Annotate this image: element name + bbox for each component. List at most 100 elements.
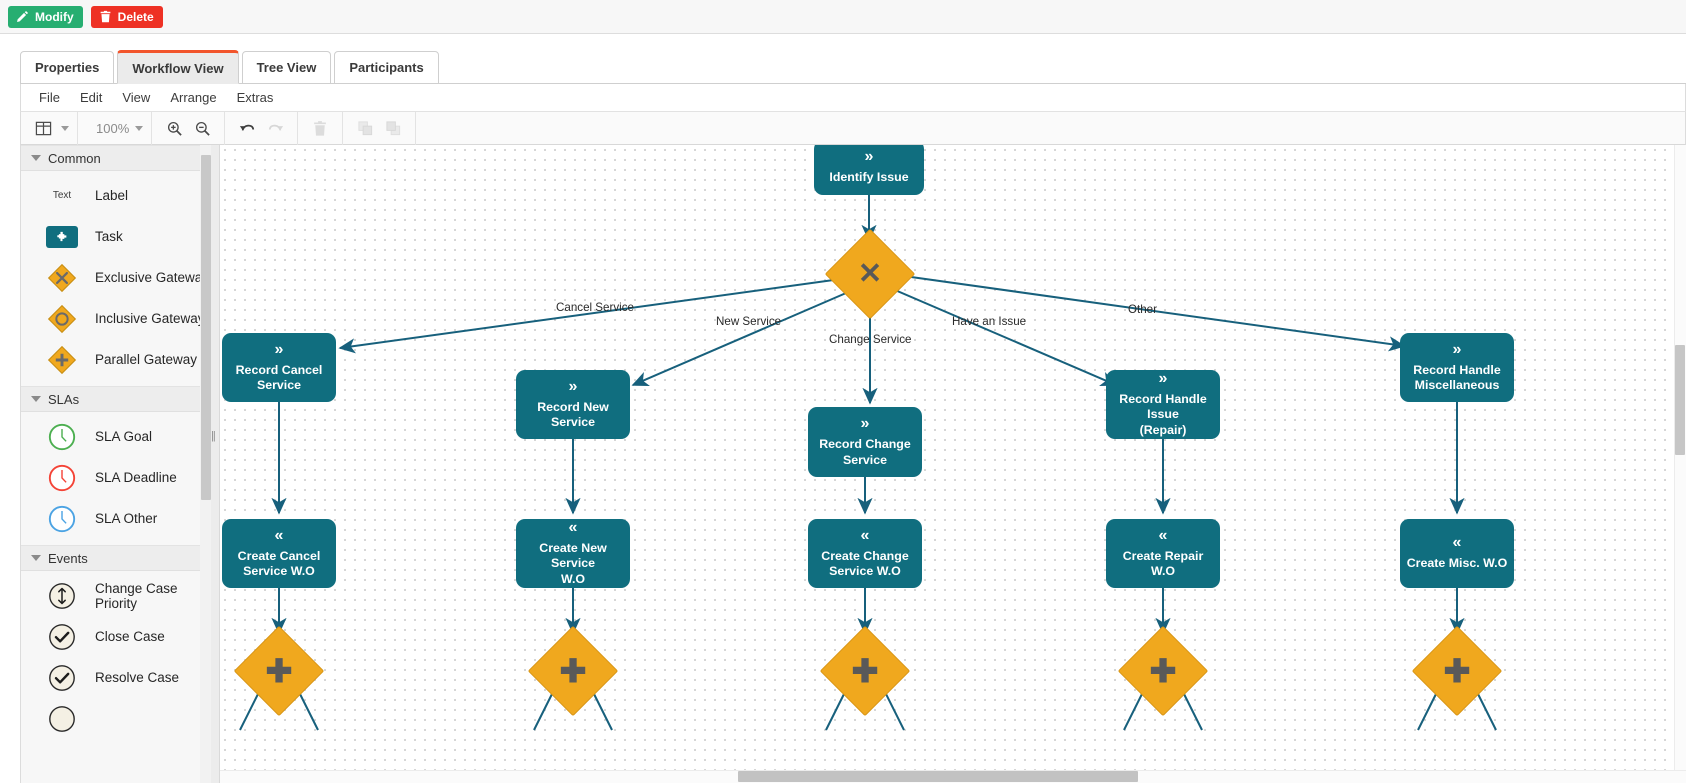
tab-bar: Properties Workflow View Tree View Parti… <box>0 35 1686 84</box>
check-circle-icon <box>45 702 79 736</box>
double-chevron-down-icon: » <box>568 377 578 395</box>
workflow-node-create-change-service-wo[interactable]: « Create Change Service W.O <box>808 519 922 588</box>
double-chevron-down-icon: » <box>860 415 870 433</box>
zoom-level-value[interactable]: 100% <box>86 121 131 136</box>
send-to-back-icon[interactable] <box>379 115 407 141</box>
modify-button-label: Modify <box>35 9 74 24</box>
canvas-vertical-scrollbar-track[interactable] <box>1674 145 1686 783</box>
palette-section-events-header[interactable]: Events <box>21 545 217 571</box>
toolbar-group-arrange <box>343 111 417 145</box>
menu-edit[interactable]: Edit <box>70 87 112 108</box>
palette-item-partial[interactable] <box>21 698 217 739</box>
palette-section-common-header[interactable]: Common <box>21 145 217 171</box>
workflow-node-create-new-service-wo[interactable]: « Create New Service W.O <box>516 519 630 588</box>
node-label: Record Cancel Service <box>235 362 323 392</box>
palette-item-parallel-gateway[interactable]: Parallel Gateway <box>21 339 217 380</box>
toolbar-group-delete <box>298 111 344 145</box>
double-chevron-up-icon: « <box>1452 534 1462 552</box>
palette-item-resolve-case[interactable]: Resolve Case <box>21 657 217 698</box>
parallel-gateway-icon <box>45 343 79 377</box>
palette-item-label-text: SLA Goal <box>95 429 153 444</box>
tab-label: Workflow View <box>132 60 224 76</box>
palette-item-label-text: Close Case <box>95 629 165 644</box>
delete-button[interactable]: Delete <box>90 5 163 28</box>
canvas-vertical-scrollbar-thumb[interactable] <box>1675 345 1685 455</box>
menu-file[interactable]: File <box>29 87 70 108</box>
workflow-gateway-parallel-2[interactable]: ✚ <box>527 625 619 717</box>
task-icon <box>45 220 79 254</box>
palette-item-sla-deadline[interactable]: SLA Deadline <box>21 457 217 498</box>
workflow-gateway-parallel-5[interactable]: ✚ <box>1411 625 1503 717</box>
trash-icon[interactable] <box>306 115 334 141</box>
parallel-gateway-plus-icon: ✚ <box>1149 653 1177 689</box>
zoom-out-icon[interactable] <box>188 115 216 141</box>
palette-item-label-text: Task <box>95 229 123 244</box>
workflow-node-record-new-service[interactable]: » Record New Service <box>516 370 630 439</box>
workflow-gateway-parallel-3[interactable]: ✚ <box>819 625 911 717</box>
workflow-gateway-parallel-1[interactable]: ✚ <box>233 625 325 717</box>
zoom-chevron-down-icon[interactable] <box>135 125 144 131</box>
palette-item-sla-other[interactable]: SLA Other <box>21 498 217 539</box>
canvas-horizontal-scrollbar-thumb[interactable] <box>738 771 1138 782</box>
workflow-node-create-misc-wo[interactable]: « Create Misc. W.O <box>1400 519 1514 588</box>
double-chevron-down-icon: » <box>864 148 874 166</box>
node-label: Create Repair W.O <box>1122 548 1204 578</box>
palette-item-inclusive-gateway[interactable]: Inclusive Gateway <box>21 298 217 339</box>
node-label: Create Cancel Service W.O <box>237 548 321 578</box>
workflow-node-record-change-service[interactable]: » Record Change Service <box>808 407 922 477</box>
inclusive-gateway-icon <box>45 302 79 336</box>
palette-item-label-text: SLA Other <box>95 511 158 526</box>
pane-splitter-grip[interactable]: || <box>211 430 216 442</box>
double-chevron-up-icon: « <box>1158 526 1168 544</box>
palette-item-sla-goal[interactable]: SLA Goal <box>21 416 217 457</box>
workflow-node-create-repair-wo[interactable]: « Create Repair W.O <box>1106 519 1220 588</box>
menu-arrange[interactable]: Arrange <box>160 87 226 108</box>
tab-label: Properties <box>35 60 100 75</box>
redo-icon[interactable] <box>261 115 289 141</box>
palette-scrollbar-thumb[interactable] <box>201 155 211 500</box>
workflow-node-identify-issue[interactable]: » Identify Issue <box>814 145 924 195</box>
workflow-node-record-handle-issue-repair[interactable]: » Record Handle Issue (Repair) <box>1106 370 1220 439</box>
palette-item-exclusive-gateway[interactable]: Exclusive Gateway <box>21 257 217 298</box>
palette-section-slas-header[interactable]: SLAs <box>21 386 217 412</box>
tab-tree-view[interactable]: Tree View <box>241 51 332 84</box>
panel-layout-icon[interactable] <box>29 115 57 141</box>
workflow-gateway-exclusive[interactable]: ✕ <box>824 228 916 320</box>
double-chevron-up-icon: « <box>568 519 578 537</box>
palette-section-events-body: Change Case Priority Close Case Resolve … <box>21 571 217 745</box>
node-label: Create New Service W.O <box>539 541 607 586</box>
bring-to-front-icon[interactable] <box>351 115 379 141</box>
undo-icon[interactable] <box>233 115 261 141</box>
menu-extras[interactable]: Extras <box>227 87 284 108</box>
workflow-node-record-cancel-service[interactable]: » Record Cancel Service <box>222 333 336 402</box>
palette-item-label[interactable]: Text Label <box>21 175 217 216</box>
workflow-canvas[interactable]: » Identify Issue » Record Cancel Service… <box>220 145 1686 783</box>
palette-item-label-text: Inclusive Gateway <box>95 311 205 326</box>
tab-properties[interactable]: Properties <box>20 51 115 84</box>
pane-splitter[interactable] <box>211 145 220 783</box>
palette-section-title: SLAs <box>48 391 80 407</box>
double-chevron-down-icon: » <box>1452 340 1462 358</box>
tab-participants[interactable]: Participants <box>334 51 439 84</box>
tab-workflow-view[interactable]: Workflow View <box>117 50 239 84</box>
modify-button[interactable]: Modify <box>8 5 83 28</box>
panel-layout-chevron-down-icon[interactable] <box>61 125 69 131</box>
palette-item-label-text: Exclusive Gateway <box>95 270 210 285</box>
palette-section-title: Common <box>48 150 101 166</box>
workflow-node-create-cancel-service-wo[interactable]: « Create Cancel Service W.O <box>222 519 336 588</box>
menu-label: File <box>39 90 60 105</box>
chevron-down-icon <box>31 155 41 161</box>
check-circle-icon <box>45 661 79 695</box>
palette-item-close-case[interactable]: Close Case <box>21 616 217 657</box>
palette-item-change-case-priority[interactable]: Change Case Priority <box>21 575 217 616</box>
palette-item-task[interactable]: Task <box>21 216 217 257</box>
menu-view[interactable]: View <box>112 87 160 108</box>
parallel-gateway-plus-icon: ✚ <box>265 653 293 689</box>
workflow-gateway-parallel-4[interactable]: ✚ <box>1117 625 1209 717</box>
text-icon-glyph: Text <box>52 190 72 201</box>
zoom-in-icon[interactable] <box>160 115 188 141</box>
node-label: Record Handle Miscellaneous <box>1413 362 1501 392</box>
workflow-node-record-handle-miscellaneous[interactable]: » Record Handle Miscellaneous <box>1400 333 1514 402</box>
double-chevron-up-icon: « <box>274 526 284 544</box>
menu-label: Extras <box>236 90 274 105</box>
